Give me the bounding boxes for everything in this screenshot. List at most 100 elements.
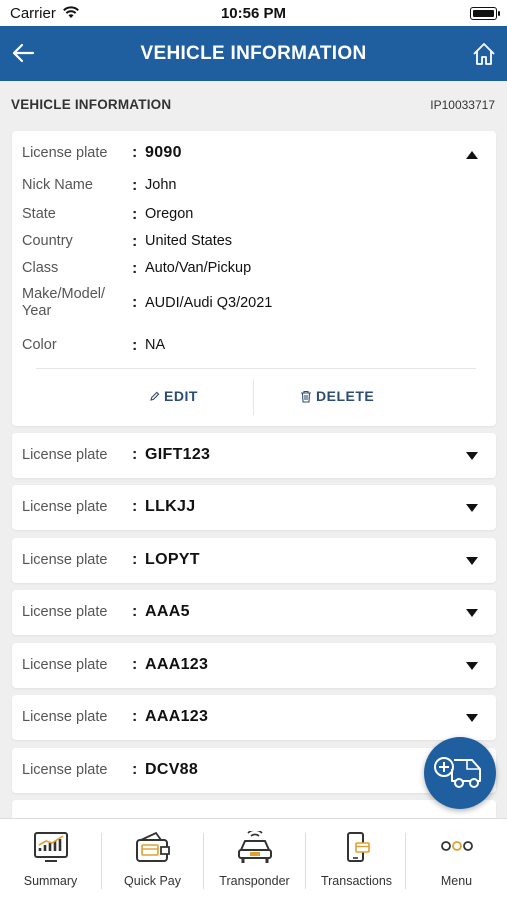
field-value: John [145, 177, 177, 193]
separator-colon: : [132, 206, 138, 223]
separator-colon: : [132, 177, 138, 194]
detail-row: State : Oregon [22, 206, 486, 226]
separator-colon: : [132, 603, 138, 620]
vehicle-card[interactable]: License plate : LOPYT [12, 538, 496, 583]
license-plate-value: DCV88 [145, 761, 199, 778]
license-plate-value: GIFT123 [145, 446, 211, 463]
field-value: NA [145, 337, 166, 353]
vehicle-card-expanded: License plate : 9090 Nick Name : John St… [12, 131, 496, 426]
status-bar: Carrier 10:56 PM [0, 0, 507, 26]
license-plate-row: License plate : LLKJJ [22, 497, 486, 519]
license-plate-value: AAA123 [145, 708, 209, 725]
collapse-arrow-icon[interactable] [466, 151, 478, 159]
expand-arrow-icon[interactable] [466, 504, 478, 512]
detail-row: Country : United States [22, 233, 486, 253]
vehicle-card[interactable] [12, 800, 496, 818]
nav-transponder[interactable]: Transponder [204, 819, 305, 900]
license-plate-label: License plate [22, 657, 108, 673]
license-plate-value: LOPYT [145, 551, 200, 568]
divider [36, 368, 476, 369]
license-plate-label: License plate [22, 762, 108, 778]
license-plate-label: License plate [22, 709, 108, 725]
license-plate-row: License plate : DCV88 [22, 760, 486, 782]
separator-colon: : [132, 337, 138, 354]
separator-colon: : [132, 656, 138, 673]
expand-arrow-icon[interactable] [466, 714, 478, 722]
field-label: Class [22, 260, 59, 276]
section-header: VEHICLE INFORMATION IP10033717 [0, 81, 507, 127]
field-label: Country [22, 233, 73, 249]
vehicle-card[interactable]: License plate : AAA5 [12, 590, 496, 635]
expand-arrow-icon[interactable] [466, 662, 478, 670]
detail-row: Color : NA [22, 337, 486, 357]
license-plate-value: AAA5 [145, 603, 190, 620]
nav-summary[interactable]: Summary [0, 819, 101, 900]
separator-colon: : [132, 144, 138, 161]
separator-colon: : [132, 260, 138, 277]
bottom-nav: Summary Quick Pay Transponder Transactio… [0, 818, 507, 900]
quick-pay-wallet-icon [135, 831, 170, 862]
license-plate-value: 9090 [145, 144, 182, 161]
nav-label: Transactions [320, 874, 393, 888]
clock: 10:56 PM [220, 5, 287, 22]
add-vehicle-icon [434, 757, 481, 788]
divider [253, 379, 254, 415]
field-value: AUDI/Audi Q3/2021 [145, 295, 273, 311]
battery-icon [470, 7, 500, 20]
license-plate-row: License plate : AAA5 [22, 602, 486, 624]
license-plate-label: License plate [22, 499, 108, 515]
license-plate-row: License plate : AAA123 [22, 655, 486, 677]
separator-colon: : [132, 761, 138, 778]
field-value: Oregon [145, 206, 194, 222]
detail-row: Class : Auto/Van/Pickup [22, 260, 486, 280]
delete-label: DELETE [316, 388, 375, 404]
edit-button[interactable]: EDIT [150, 388, 198, 404]
expand-arrow-icon[interactable] [466, 452, 478, 460]
nav-transactions[interactable]: Transactions [306, 819, 407, 900]
nav-label: Quick Pay [124, 874, 181, 888]
separator-colon: : [132, 498, 138, 515]
separator-colon: : [132, 233, 138, 250]
delete-button[interactable]: DELETE [300, 388, 374, 404]
transactions-phone-icon [346, 832, 370, 862]
license-plate-value: LLKJJ [145, 498, 196, 515]
expand-arrow-icon[interactable] [466, 557, 478, 565]
detail-row: Nick Name : John [22, 177, 486, 197]
nav-label: Transponder [219, 874, 290, 888]
vehicle-card[interactable]: License plate : AAA123 [12, 695, 496, 740]
section-title: VEHICLE INFORMATION [11, 97, 172, 112]
field-value: Auto/Van/Pickup [145, 260, 252, 276]
license-plate-value: AAA123 [145, 656, 209, 673]
separator-colon: : [132, 294, 138, 311]
trash-icon [301, 390, 311, 403]
license-plate-row: License plate : LOPYT [22, 550, 486, 572]
transponder-car-icon [237, 831, 272, 863]
field-label: Make/Model/ Year [22, 286, 106, 319]
vehicle-card[interactable]: License plate : AAA123 [12, 643, 496, 688]
detail-row: Make/Model/ Year : AUDI/Audi Q3/2021 [22, 286, 486, 322]
field-value: United States [145, 233, 233, 249]
license-plate-row: License plate : GIFT123 [22, 445, 486, 467]
vehicle-card[interactable]: License plate : LLKJJ [12, 485, 496, 530]
app-header: VEHICLE INFORMATION [0, 26, 507, 81]
license-plate-row: License plate : AAA123 [22, 707, 486, 729]
license-plate-label: License plate [22, 145, 108, 161]
nav-label: Menu [440, 874, 473, 888]
license-plate-label: License plate [22, 447, 108, 463]
home-icon[interactable] [471, 41, 497, 67]
expand-arrow-icon[interactable] [466, 609, 478, 617]
field-label: Color [22, 337, 57, 353]
field-label: State [22, 206, 56, 222]
license-plate-label: License plate [22, 604, 108, 620]
nav-label: Summary [23, 874, 78, 888]
add-vehicle-button[interactable] [424, 737, 496, 809]
nav-quick-pay[interactable]: Quick Pay [102, 819, 203, 900]
field-label: Nick Name [22, 177, 93, 193]
license-plate-row[interactable]: License plate : 9090 [22, 143, 486, 165]
vehicle-card[interactable]: License plate : GIFT123 [12, 433, 496, 478]
edit-label: EDIT [164, 388, 198, 404]
separator-colon: : [132, 551, 138, 568]
menu-dots-icon [440, 841, 473, 851]
nav-menu[interactable]: Menu [406, 819, 507, 900]
page-title: VEHICLE INFORMATION [140, 43, 367, 64]
